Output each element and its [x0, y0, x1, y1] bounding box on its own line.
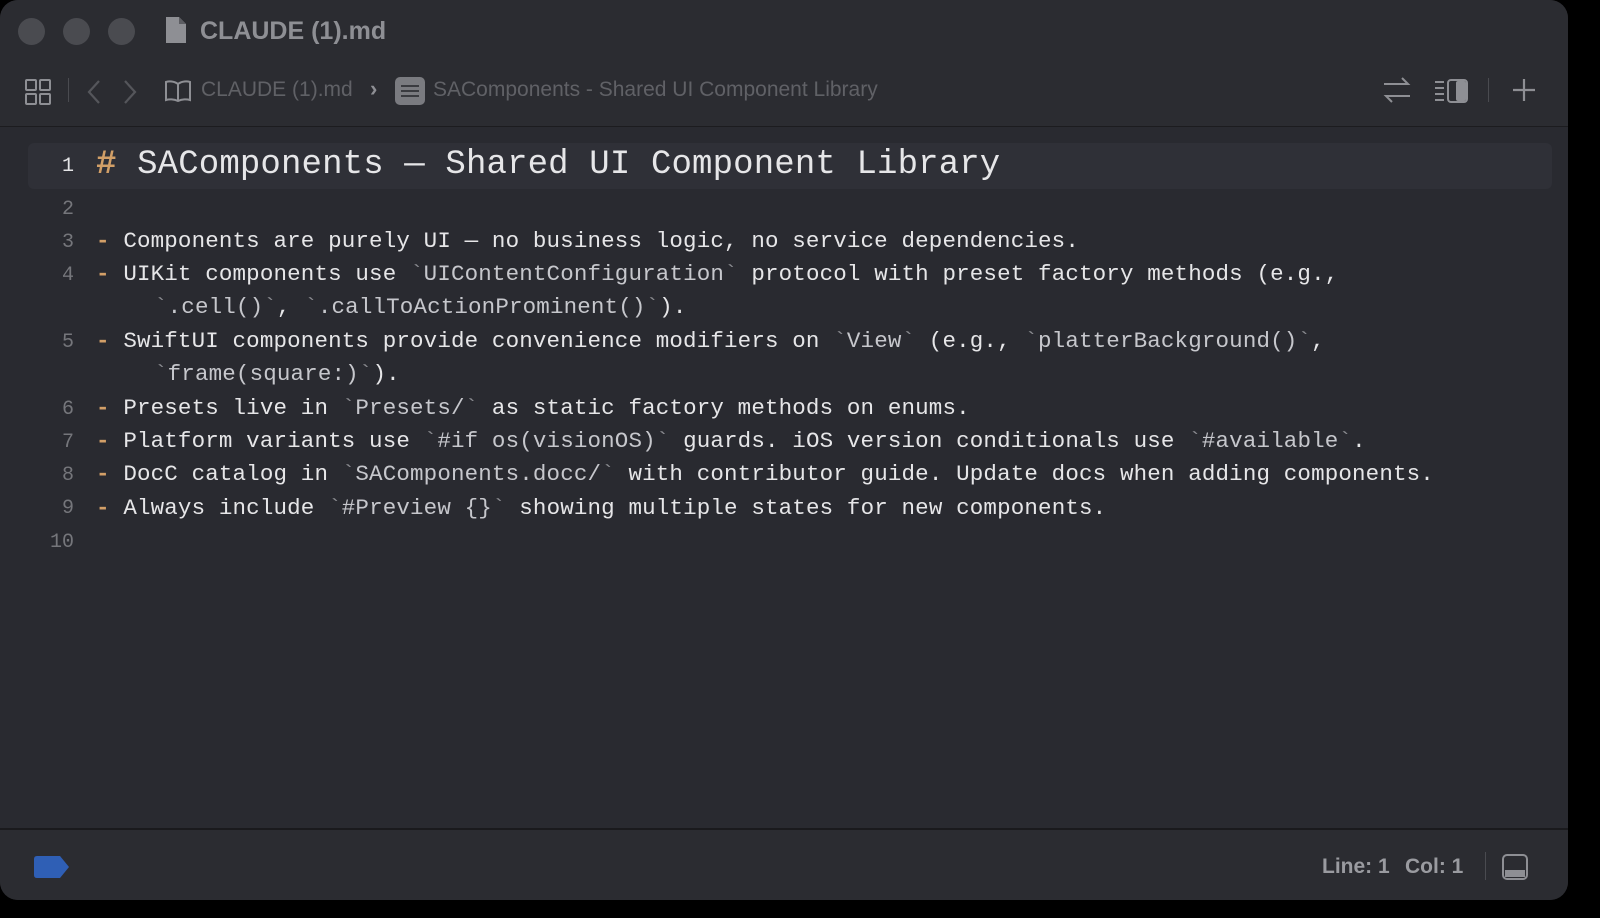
symbol-icon — [395, 77, 425, 105]
breadcrumb-chevron-icon: › — [370, 76, 378, 101]
line-number: 4 — [61, 264, 74, 287]
editor-window: CLAUDE (1).md CLAUDE (1).md › SAComponen… — [0, 0, 1568, 900]
line-number: 10 — [49, 531, 74, 554]
add-icon[interactable] — [1512, 78, 1536, 102]
minimize-window-button[interactable] — [63, 18, 90, 45]
window-title: CLAUDE (1).md — [200, 17, 387, 45]
text-editor[interactable]: 1 2 3 4 5 6 7 8 9 10 # SAComponents — Sh… — [0, 127, 1568, 827]
code-line-continuation: `frame(square:)`). — [154, 361, 400, 387]
tag-icon[interactable] — [34, 856, 70, 878]
status-separator — [1485, 852, 1486, 880]
inspector-toggle-icon[interactable] — [1434, 78, 1468, 104]
line-number: 8 — [61, 464, 74, 487]
zoom-window-button[interactable] — [108, 18, 135, 45]
column-indicator[interactable]: Col: 1 — [1405, 855, 1463, 879]
code-line: - Components are purely UI — no business… — [96, 228, 1079, 254]
line-number: 3 — [61, 231, 74, 254]
code-line: # SAComponents — Shared UI Component Lib… — [96, 146, 1001, 184]
line-number: 9 — [61, 497, 74, 520]
code-line: - Always include `#Preview {}` showing m… — [96, 495, 1107, 521]
toolbar-separator — [1488, 78, 1489, 102]
jump-bar: CLAUDE (1).md › SAComponents - Shared UI… — [0, 64, 1568, 127]
title-bar: CLAUDE (1).md — [0, 0, 1568, 64]
back-icon[interactable] — [86, 79, 102, 105]
line-number: 5 — [61, 331, 74, 354]
line-number: 2 — [61, 198, 74, 221]
code-line: - DocC catalog in `SAComponents.docc/` w… — [96, 461, 1434, 487]
breadcrumb-symbol[interactable]: SAComponents - Shared UI Component Libra… — [433, 78, 878, 102]
toolbar-separator — [68, 78, 69, 102]
book-icon[interactable] — [165, 80, 191, 102]
code-line: - Presets live in `Presets/` as static f… — [96, 395, 970, 421]
code-line: - Platform variants use `#if os(visionOS… — [96, 428, 1366, 454]
close-window-button[interactable] — [18, 18, 45, 45]
line-number: 1 — [61, 155, 74, 178]
forward-icon[interactable] — [122, 79, 138, 105]
bottom-panel-toggle-icon[interactable] — [1502, 854, 1528, 880]
line-number: 7 — [61, 431, 74, 454]
swap-icon[interactable] — [1382, 74, 1412, 106]
status-bar: Line: 1 Col: 1 — [0, 828, 1568, 900]
grid-icon[interactable] — [25, 79, 51, 105]
code-line: - SwiftUI components provide convenience… — [96, 328, 1325, 354]
line-number: 6 — [61, 398, 74, 421]
line-indicator[interactable]: Line: 1 — [1322, 855, 1390, 879]
document-icon — [166, 17, 186, 43]
code-line: - UIKit components use `UIContentConfigu… — [96, 261, 1339, 287]
breadcrumb-file[interactable]: CLAUDE (1).md — [201, 78, 353, 102]
code-line-continuation: `.cell()`, `.callToActionProminent()`). — [154, 294, 687, 320]
